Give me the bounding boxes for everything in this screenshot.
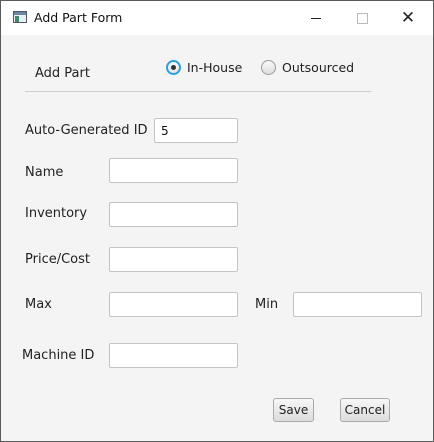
id-label: Auto-Generated ID bbox=[25, 123, 148, 138]
inventory-label: Inventory bbox=[25, 206, 88, 221]
radio-in-house[interactable]: In-House bbox=[166, 60, 242, 75]
header-divider bbox=[25, 91, 371, 92]
minimize-button[interactable] bbox=[293, 1, 339, 35]
form-heading: Add Part bbox=[35, 66, 90, 81]
app-window-icon bbox=[13, 11, 27, 23]
close-icon: ✕ bbox=[400, 7, 416, 28]
close-button[interactable]: ✕ bbox=[385, 1, 431, 35]
radio-in-house-indicator[interactable] bbox=[166, 60, 181, 75]
cancel-button[interactable]: Cancel bbox=[340, 398, 390, 422]
name-label: Name bbox=[25, 165, 64, 180]
radio-outsourced-indicator[interactable] bbox=[261, 60, 276, 75]
maximize-icon bbox=[356, 12, 368, 24]
maximize-button[interactable] bbox=[339, 1, 385, 35]
radio-outsourced-label: Outsourced bbox=[282, 60, 355, 75]
title-bar: Add Part Form ✕ bbox=[1, 1, 433, 35]
radio-outsourced[interactable]: Outsourced bbox=[261, 60, 354, 75]
save-button[interactable]: Save bbox=[273, 398, 314, 422]
radio-in-house-label: In-House bbox=[187, 60, 243, 75]
max-label: Max bbox=[25, 297, 52, 312]
machine-id-field[interactable] bbox=[109, 343, 238, 368]
machine-id-label: Machine ID bbox=[22, 348, 95, 363]
price-label: Price/Cost bbox=[25, 252, 90, 267]
max-field[interactable] bbox=[109, 292, 238, 317]
price-field[interactable] bbox=[109, 247, 238, 272]
min-label: Min bbox=[255, 297, 279, 312]
add-part-window: Add Part Form ✕ Add Part In-House Outsou… bbox=[0, 0, 434, 442]
window-title: Add Part Form bbox=[34, 10, 123, 25]
min-field[interactable] bbox=[293, 292, 422, 317]
minimize-icon bbox=[311, 17, 321, 19]
name-field[interactable] bbox=[109, 158, 238, 183]
inventory-field[interactable] bbox=[109, 202, 238, 227]
id-field[interactable] bbox=[154, 118, 238, 143]
